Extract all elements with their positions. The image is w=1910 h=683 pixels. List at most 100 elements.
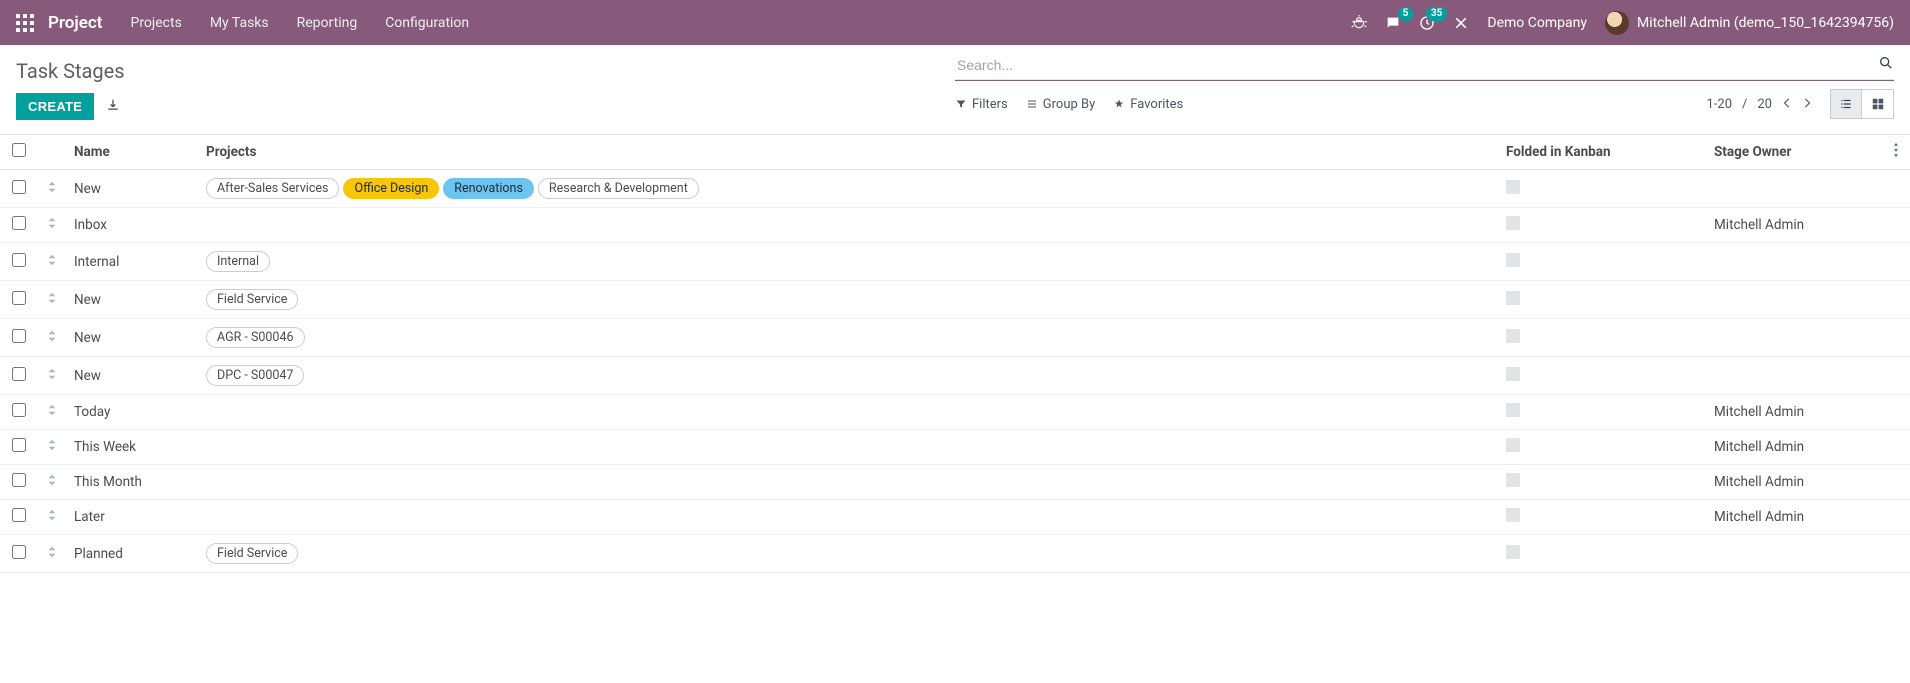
table-row[interactable]: LaterMitchell Admin <box>0 500 1910 535</box>
groupby-button[interactable]: Group By <box>1026 97 1096 112</box>
cell-folded[interactable] <box>1498 465 1706 500</box>
project-tag[interactable]: After-Sales Services <box>206 178 339 199</box>
project-tag[interactable]: Field Service <box>206 543 298 564</box>
row-checkbox[interactable] <box>12 253 26 267</box>
drag-handle-icon[interactable] <box>47 404 57 420</box>
folded-checkbox[interactable] <box>1506 291 1520 305</box>
col-header-owner[interactable]: Stage Owner <box>1706 135 1882 170</box>
table-row[interactable]: InboxMitchell Admin <box>0 208 1910 243</box>
folded-checkbox[interactable] <box>1506 403 1520 417</box>
row-checkbox[interactable] <box>12 473 26 487</box>
row-checkbox[interactable] <box>12 180 26 194</box>
drag-handle-icon[interactable] <box>47 546 57 562</box>
cell-folded[interactable] <box>1498 281 1706 319</box>
row-checkbox[interactable] <box>12 508 26 522</box>
filters-button[interactable]: Filters <box>955 97 1008 112</box>
cell-folded[interactable] <box>1498 535 1706 573</box>
columns-menu-icon[interactable] <box>1894 145 1898 161</box>
pager-value[interactable]: 1-20 <box>1706 97 1732 112</box>
project-tag[interactable]: AGR - S00046 <box>206 327 305 348</box>
cell-folded[interactable] <box>1498 395 1706 430</box>
drag-handle-icon[interactable] <box>47 330 57 346</box>
nav-my-tasks[interactable]: My Tasks <box>210 15 269 31</box>
cell-folded[interactable] <box>1498 319 1706 357</box>
drag-handle-icon[interactable] <box>47 474 57 490</box>
app-brand[interactable]: Project <box>48 13 102 33</box>
apps-icon[interactable] <box>16 14 34 32</box>
drag-handle-icon[interactable] <box>47 181 57 197</box>
project-tag[interactable]: Renovations <box>443 178 534 199</box>
folded-checkbox[interactable] <box>1506 329 1520 343</box>
company-selector[interactable]: Demo Company <box>1487 15 1587 31</box>
activities-icon[interactable]: 35 <box>1419 15 1435 31</box>
messages-icon[interactable]: 5 <box>1385 15 1401 31</box>
cell-folded[interactable] <box>1498 208 1706 243</box>
folded-checkbox[interactable] <box>1506 216 1520 230</box>
project-tag[interactable]: Office Design <box>343 178 439 199</box>
folded-checkbox[interactable] <box>1506 508 1520 522</box>
row-checkbox[interactable] <box>12 367 26 381</box>
nav-projects[interactable]: Projects <box>130 15 181 31</box>
debug-icon[interactable] <box>1351 15 1367 31</box>
create-button[interactable]: CREATE <box>16 93 94 120</box>
row-checkbox[interactable] <box>12 438 26 452</box>
drag-handle-icon[interactable] <box>47 217 57 233</box>
folded-checkbox[interactable] <box>1506 253 1520 267</box>
drag-handle-icon[interactable] <box>47 439 57 455</box>
table-row[interactable]: This MonthMitchell Admin <box>0 465 1910 500</box>
close-icon[interactable] <box>1453 15 1469 31</box>
table-row[interactable]: NewAGR - S00046 <box>0 319 1910 357</box>
user-menu[interactable]: Mitchell Admin (demo_150_1642394756) <box>1605 11 1894 35</box>
cell-name: Inbox <box>66 208 198 243</box>
view-kanban-button[interactable] <box>1862 89 1894 119</box>
project-tag[interactable]: Internal <box>206 251 270 272</box>
cell-owner <box>1706 357 1882 395</box>
pager-next[interactable] <box>1802 97 1812 112</box>
cell-folded[interactable] <box>1498 357 1706 395</box>
row-checkbox[interactable] <box>12 291 26 305</box>
table-row[interactable]: NewAfter-Sales ServicesOffice DesignReno… <box>0 170 1910 208</box>
table-row[interactable]: This WeekMitchell Admin <box>0 430 1910 465</box>
col-header-projects[interactable]: Projects <box>198 135 1498 170</box>
col-header-fold[interactable]: Folded in Kanban <box>1498 135 1706 170</box>
drag-handle-icon[interactable] <box>47 254 57 270</box>
row-checkbox[interactable] <box>12 329 26 343</box>
search-icon[interactable] <box>1878 55 1894 71</box>
col-header-name[interactable]: Name <box>66 135 198 170</box>
export-icon[interactable] <box>106 98 120 116</box>
row-checkbox[interactable] <box>12 545 26 559</box>
table-row[interactable]: InternalInternal <box>0 243 1910 281</box>
drag-handle-icon[interactable] <box>47 368 57 384</box>
folded-checkbox[interactable] <box>1506 367 1520 381</box>
cell-projects: Internal <box>198 243 1498 281</box>
row-checkbox[interactable] <box>12 403 26 417</box>
cell-folded[interactable] <box>1498 500 1706 535</box>
select-all-checkbox[interactable] <box>12 143 26 157</box>
cell-folded[interactable] <box>1498 243 1706 281</box>
nav-configuration[interactable]: Configuration <box>385 15 469 31</box>
folded-checkbox[interactable] <box>1506 473 1520 487</box>
project-tag[interactable]: DPC - S00047 <box>206 365 304 386</box>
project-tag[interactable]: Field Service <box>206 289 298 310</box>
nav-reporting[interactable]: Reporting <box>297 15 358 31</box>
table-row[interactable]: NewDPC - S00047 <box>0 357 1910 395</box>
pager-prev[interactable] <box>1782 97 1792 112</box>
folded-checkbox[interactable] <box>1506 438 1520 452</box>
row-checkbox[interactable] <box>12 216 26 230</box>
cell-owner: Mitchell Admin <box>1706 395 1882 430</box>
view-list-button[interactable] <box>1830 89 1862 119</box>
favorites-button[interactable]: Favorites <box>1113 97 1183 112</box>
table-row[interactable]: TodayMitchell Admin <box>0 395 1910 430</box>
table-row[interactable]: PlannedField Service <box>0 535 1910 573</box>
drag-handle-icon[interactable] <box>47 509 57 525</box>
search-bar[interactable] <box>955 53 1894 81</box>
folded-checkbox[interactable] <box>1506 180 1520 194</box>
table-row[interactable]: NewField Service <box>0 281 1910 319</box>
drag-handle-icon[interactable] <box>47 292 57 308</box>
avatar <box>1605 11 1629 35</box>
search-input[interactable] <box>955 53 1894 79</box>
folded-checkbox[interactable] <box>1506 545 1520 559</box>
project-tag[interactable]: Research & Development <box>538 178 699 199</box>
cell-folded[interactable] <box>1498 170 1706 208</box>
cell-folded[interactable] <box>1498 430 1706 465</box>
